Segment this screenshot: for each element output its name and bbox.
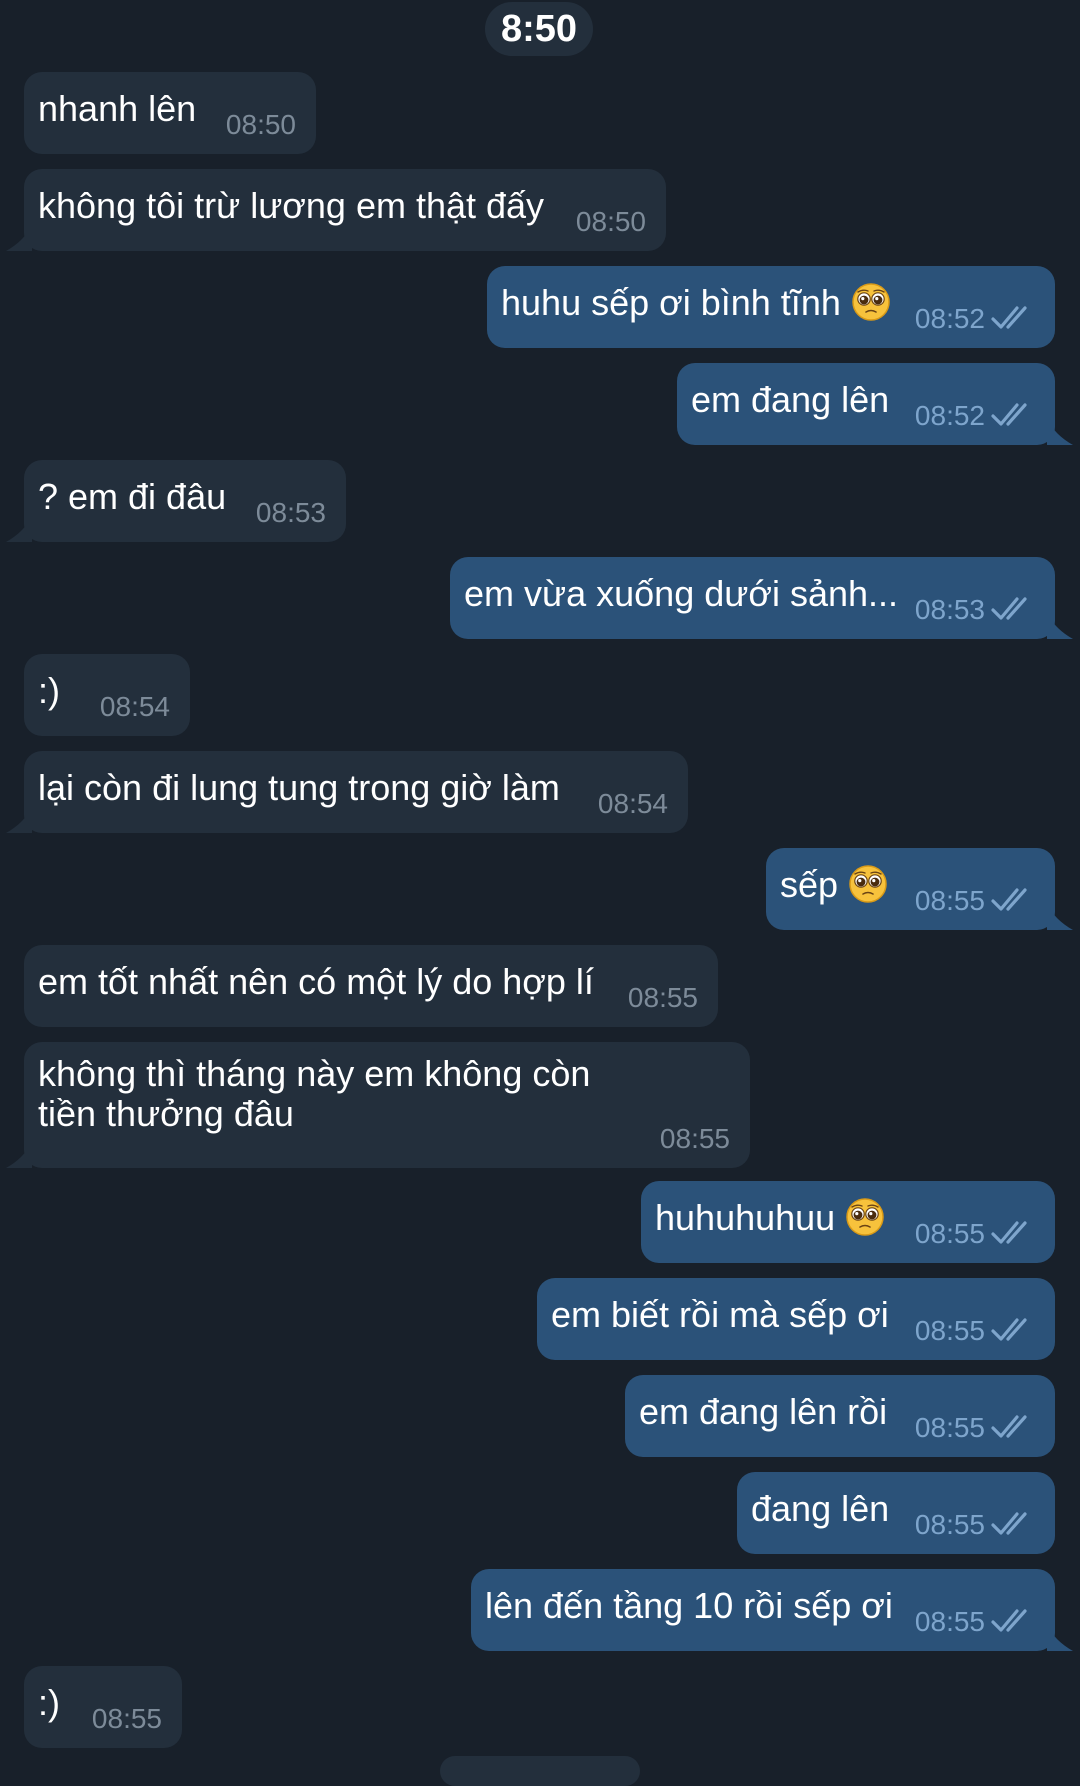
- bubble-tail: [1047, 1625, 1073, 1651]
- message-time: 08:50: [225, 109, 296, 140]
- message-text: em đang lên: [691, 379, 890, 420]
- double-check-icon: [991, 1607, 1035, 1635]
- message-time: 08:55: [914, 1315, 985, 1346]
- message-text: em tốt nhất nên có một lý do hợp lí: [38, 961, 594, 1002]
- double-check-icon: [991, 595, 1035, 623]
- message-text: lại còn đi lung tung trong giờ làm: [38, 767, 560, 808]
- outgoing-message[interactable]: em vừa xuống dưới sảnh... 08:53: [450, 557, 1055, 639]
- message-text: em đang lên rồi: [639, 1391, 888, 1432]
- double-check-icon: [991, 886, 1035, 914]
- message-text: sếp: [780, 864, 839, 905]
- bottom-date-pill: [440, 1756, 640, 1786]
- outgoing-message[interactable]: lên đến tầng 10 rồi sếp ơi 08:55: [471, 1569, 1055, 1651]
- message-time: 08:53: [914, 594, 985, 625]
- outgoing-message[interactable]: sếp 08:55: [766, 848, 1055, 930]
- message-text: đang lên: [751, 1488, 890, 1529]
- message-text: ? em đi đâu: [38, 476, 227, 517]
- message-time: 08:55: [91, 1703, 162, 1734]
- message-text-group: sếp: [780, 863, 888, 907]
- message-text: :): [38, 1682, 60, 1723]
- message-text: huhu sếp ơi bình tĩnh: [501, 282, 841, 323]
- double-check-icon: [991, 401, 1035, 429]
- message-time: 08:55: [914, 1412, 985, 1443]
- pleading-face-emoji: [851, 282, 891, 322]
- message-text: lên đến tầng 10 rồi sếp ơi: [485, 1585, 893, 1626]
- outgoing-message[interactable]: em biết rồi mà sếp ơi 08:55: [537, 1278, 1055, 1360]
- incoming-message[interactable]: em tốt nhất nên có một lý do hợp lí 08:5…: [24, 945, 718, 1027]
- message-text: không thì tháng này em không còn tiền th…: [38, 1053, 591, 1134]
- message-time: 08:55: [914, 1606, 985, 1637]
- chat-area[interactable]: 8:50 nhanh lên 08:50 không tôi trừ lương…: [0, 0, 1080, 1786]
- message-text: :): [38, 670, 60, 711]
- incoming-message[interactable]: ? em đi đâu 08:53: [24, 460, 346, 542]
- bubble-tail: [6, 516, 32, 542]
- bubble-tail: [1047, 613, 1073, 639]
- pleading-face-emoji: [845, 1197, 885, 1237]
- message-time: 08:52: [914, 400, 985, 431]
- incoming-message[interactable]: lại còn đi lung tung trong giờ làm 08:54: [24, 751, 688, 833]
- message-time: 08:55: [659, 1123, 730, 1154]
- outgoing-message[interactable]: em đang lên 08:52: [677, 363, 1055, 445]
- message-time: 08:54: [99, 691, 170, 722]
- message-text: em vừa xuống dưới sảnh...: [464, 573, 899, 614]
- message-time: 08:50: [575, 206, 646, 237]
- double-check-icon: [991, 1510, 1035, 1538]
- outgoing-message[interactable]: huhu sếp ơi bình tĩnh 08:52: [487, 266, 1055, 348]
- double-check-icon: [991, 1316, 1035, 1344]
- message-time: 08:54: [597, 788, 668, 819]
- message-time: 08:53: [255, 497, 326, 528]
- bubble-tail: [6, 807, 32, 833]
- message-text: không tôi trừ lương em thật đấy: [38, 185, 545, 226]
- outgoing-message[interactable]: em đang lên rồi 08:55: [625, 1375, 1055, 1457]
- double-check-icon: [991, 1219, 1035, 1247]
- message-text-group: huhuhuhuu: [655, 1196, 885, 1240]
- bubble-tail: [1047, 904, 1073, 930]
- date-header: 8:50: [485, 2, 593, 56]
- message-time: 08:55: [914, 885, 985, 916]
- bubble-tail: [6, 225, 32, 251]
- incoming-message[interactable]: :) 08:55: [24, 1666, 182, 1748]
- outgoing-message[interactable]: huhuhuhuu 08:55: [641, 1181, 1055, 1263]
- bubble-tail: [1047, 419, 1073, 445]
- bubble-tail: [6, 1142, 32, 1168]
- incoming-message[interactable]: không thì tháng này em không còn tiền th…: [24, 1042, 750, 1168]
- message-text: huhuhuhuu: [655, 1197, 836, 1238]
- message-time: 08:55: [627, 982, 698, 1013]
- message-text: em biết rồi mà sếp ơi: [551, 1294, 889, 1335]
- incoming-message[interactable]: không tôi trừ lương em thật đấy 08:50: [24, 169, 666, 251]
- pleading-face-emoji: [848, 864, 888, 904]
- message-time: 08:55: [914, 1218, 985, 1249]
- message-text: nhanh lên: [38, 88, 197, 129]
- incoming-message[interactable]: nhanh lên 08:50: [24, 72, 316, 154]
- double-check-icon: [991, 304, 1035, 332]
- message-text-group: huhu sếp ơi bình tĩnh: [501, 281, 891, 325]
- message-time: 08:55: [914, 1509, 985, 1540]
- outgoing-message[interactable]: đang lên 08:55: [737, 1472, 1055, 1554]
- message-time: 08:52: [914, 303, 985, 334]
- incoming-message[interactable]: :) 08:54: [24, 654, 190, 736]
- double-check-icon: [991, 1413, 1035, 1441]
